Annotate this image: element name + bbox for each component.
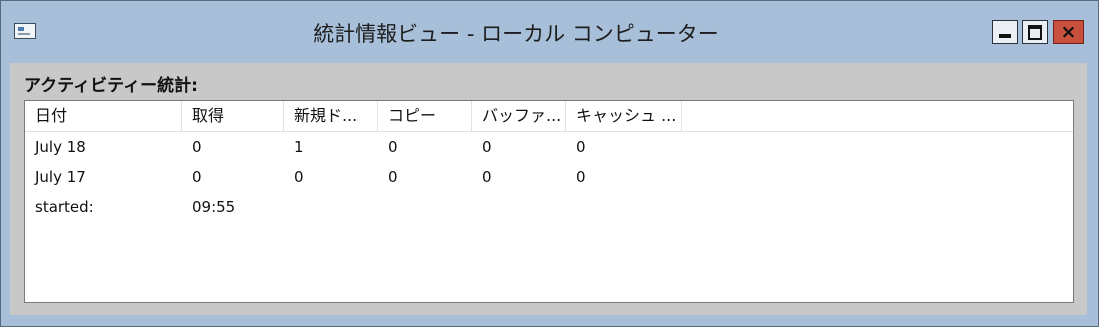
cell-copy: 0 xyxy=(388,138,398,156)
cell-date: July 18 xyxy=(35,138,86,156)
window-title: 統計情報ビュー - ローカル コンピューター xyxy=(313,22,719,46)
column-header-new-docs[interactable]: 新規ド... xyxy=(284,101,378,131)
maximize-button[interactable] xyxy=(1022,20,1048,44)
cell-fetched: 0 xyxy=(192,168,202,186)
cell-buffer: 0 xyxy=(482,138,492,156)
stats-list-view[interactable]: 日付 取得 新規ド... コピー バッファ... キャッシュ ... July … xyxy=(24,100,1074,303)
cell-buffer: 0 xyxy=(482,168,492,186)
cell-date: started: xyxy=(35,198,94,216)
column-header-buffer[interactable]: バッファ... xyxy=(472,101,566,131)
cell-fetched: 0 xyxy=(192,138,202,156)
cell-new-docs: 1 xyxy=(294,138,304,156)
table-row[interactable]: July 17 0 0 0 0 0 xyxy=(25,162,1073,192)
close-icon: × xyxy=(1060,21,1077,43)
activity-stats-label: アクティビティー統計: xyxy=(24,76,198,96)
statistics-window: 統計情報ビュー - ローカル コンピューター × アクティビティー統計: 日付 … xyxy=(0,0,1099,327)
list-header: 日付 取得 新規ド... コピー バッファ... キャッシュ ... xyxy=(25,101,1073,132)
close-button[interactable]: × xyxy=(1053,20,1084,44)
title-bar[interactable]: 統計情報ビュー - ローカル コンピューター × xyxy=(1,1,1098,63)
table-row[interactable]: started: 09:55 xyxy=(25,192,1073,222)
column-header-fetched[interactable]: 取得 xyxy=(182,101,284,131)
column-header-date[interactable]: 日付 xyxy=(25,101,182,131)
cell-copy: 0 xyxy=(388,168,398,186)
cell-cache: 0 xyxy=(576,138,586,156)
cell-new-docs: 0 xyxy=(294,168,304,186)
client-area: アクティビティー統計: 日付 取得 新規ド... コピー バッファ... キャッ… xyxy=(10,63,1087,315)
column-header-copy[interactable]: コピー xyxy=(378,101,472,131)
table-row[interactable]: July 18 0 1 0 0 0 xyxy=(25,132,1073,162)
minimize-button[interactable] xyxy=(992,20,1018,44)
column-header-cache[interactable]: キャッシュ ... xyxy=(566,101,682,131)
cell-cache: 0 xyxy=(576,168,586,186)
cell-fetched: 09:55 xyxy=(192,198,236,216)
cell-date: July 17 xyxy=(35,168,86,186)
